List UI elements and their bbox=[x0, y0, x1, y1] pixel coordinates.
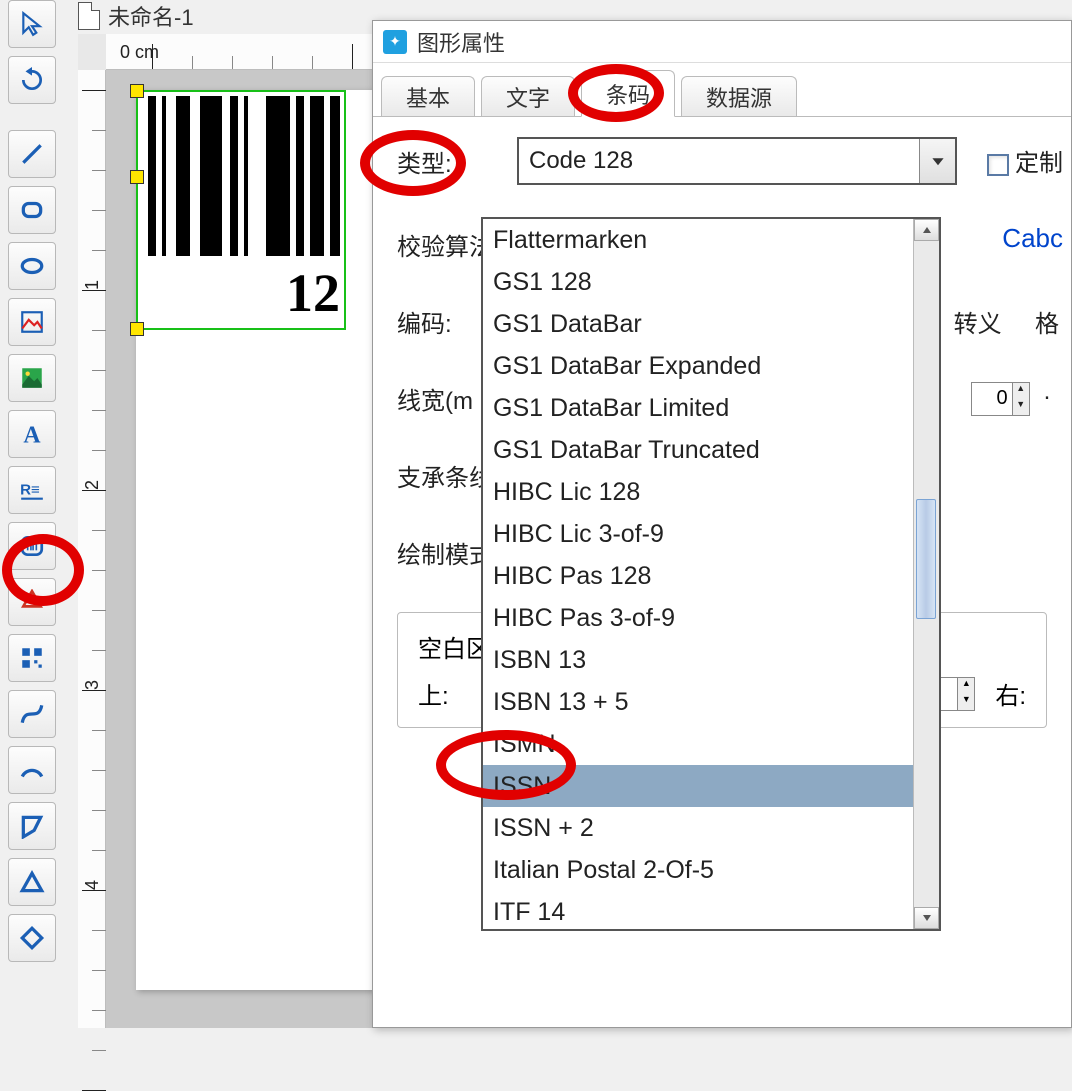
arc-icon[interactable] bbox=[8, 746, 56, 794]
qr-icon[interactable] bbox=[8, 634, 56, 682]
scrollbar[interactable] bbox=[913, 219, 939, 929]
ruler-origin-label: 0 cm bbox=[120, 42, 159, 63]
dropdown-item[interactable]: GS1 DataBar Limited bbox=[483, 387, 913, 429]
combo-value: Code 128 bbox=[529, 147, 633, 175]
document-icon bbox=[78, 2, 100, 30]
dropdown-item[interactable]: GS1 128 bbox=[483, 261, 913, 303]
dropdown-item[interactable]: GS1 DataBar bbox=[483, 303, 913, 345]
polygon-icon[interactable] bbox=[8, 802, 56, 850]
triangle-icon[interactable] bbox=[8, 858, 56, 906]
text-icon[interactable]: A bbox=[8, 410, 56, 458]
scroll-down-icon[interactable] bbox=[914, 907, 939, 929]
dropdown-item[interactable]: Flattermarken bbox=[483, 219, 913, 261]
selection-box[interactable] bbox=[136, 90, 346, 330]
document-tab[interactable]: 未命名-1 bbox=[78, 0, 194, 32]
dialog-title: 图形属性 bbox=[417, 26, 505, 58]
checkbox-icon[interactable] bbox=[987, 154, 1009, 176]
barcode-panel: 类型: Code 128 定制 Cabc 校验算法 编码: 转义 格 线宽(m bbox=[373, 117, 1071, 748]
dropdown-item[interactable]: ISSN bbox=[483, 765, 913, 807]
line-icon[interactable] bbox=[8, 130, 56, 178]
redo-icon[interactable] bbox=[8, 56, 56, 104]
label-format: 格 bbox=[1035, 311, 1059, 338]
picture-icon[interactable] bbox=[8, 354, 56, 402]
dropdown-list[interactable]: FlattermarkenGS1 128GS1 DataBarGS1 DataB… bbox=[483, 219, 913, 929]
rounded-rect-icon[interactable] bbox=[8, 186, 56, 234]
dropdown-item[interactable]: HIBC Pas 128 bbox=[483, 555, 913, 597]
scroll-up-icon[interactable] bbox=[914, 219, 939, 241]
stamp-icon[interactable] bbox=[8, 578, 56, 626]
dialog-tabs: 基本 文字 条码 数据源 bbox=[373, 63, 1071, 117]
type-combo[interactable]: Code 128 bbox=[517, 137, 957, 185]
stepper-up[interactable]: ▲ bbox=[1013, 383, 1029, 399]
dropdown-item[interactable]: ITF 14 bbox=[483, 891, 913, 929]
svg-text:A: A bbox=[23, 423, 41, 447]
dropdown-item[interactable]: GS1 DataBar Truncated bbox=[483, 429, 913, 471]
cursor-icon[interactable] bbox=[8, 0, 56, 48]
tab-barcode[interactable]: 条码 bbox=[581, 70, 675, 117]
label-custom: 定制 bbox=[1015, 150, 1063, 177]
tab-text[interactable]: 文字 bbox=[481, 76, 575, 116]
label-top: 上: bbox=[418, 676, 449, 711]
label-type: 类型: bbox=[397, 144, 517, 179]
resize-handle[interactable] bbox=[130, 322, 144, 336]
dropdown-item[interactable]: HIBC Lic 3-of-9 bbox=[483, 513, 913, 555]
image-frame-icon[interactable] bbox=[8, 298, 56, 346]
ruler-mark: 3 bbox=[82, 680, 103, 690]
dropdown-item[interactable]: ISBN 13 + 5 bbox=[483, 681, 913, 723]
spinner-field[interactable]: ▲▼ bbox=[971, 382, 1030, 416]
dropdown-item[interactable]: Italian Postal 2-Of-5 bbox=[483, 849, 913, 891]
stepper-down[interactable]: ▼ bbox=[958, 694, 974, 710]
spinner-input[interactable] bbox=[972, 387, 1012, 410]
ruler-mark: 4 bbox=[82, 880, 103, 890]
scroll-thumb[interactable] bbox=[916, 499, 936, 619]
stepper-up[interactable]: ▲ bbox=[958, 678, 974, 694]
tool-toolbar: A R≡ bbox=[8, 0, 66, 962]
properties-dialog: ✦ 图形属性 基本 文字 条码 数据源 类型: Code 128 定制 Cabc… bbox=[372, 20, 1072, 1028]
dropdown-item[interactable]: HIBC Lic 128 bbox=[483, 471, 913, 513]
cabc-label[interactable]: Cabc bbox=[1002, 223, 1063, 254]
label-escape: 转义 bbox=[954, 311, 1002, 338]
type-dropdown: FlattermarkenGS1 128GS1 DataBarGS1 DataB… bbox=[481, 217, 941, 931]
dialog-icon: ✦ bbox=[383, 30, 407, 54]
svg-text:R≡: R≡ bbox=[20, 481, 40, 498]
custom-checkbox-row[interactable]: 定制 bbox=[987, 143, 1063, 178]
ruler-mark: 2 bbox=[82, 480, 103, 490]
tab-basic[interactable]: 基本 bbox=[381, 76, 475, 116]
curve-icon[interactable] bbox=[8, 690, 56, 738]
dropdown-item[interactable]: ISBN 13 bbox=[483, 639, 913, 681]
label-right: 右: bbox=[995, 676, 1026, 711]
dropdown-item[interactable]: GS1 DataBar Expanded bbox=[483, 345, 913, 387]
format-text-icon[interactable]: R≡ bbox=[8, 466, 56, 514]
resize-handle[interactable] bbox=[130, 170, 144, 184]
dropdown-item[interactable]: HIBC Pas 3-of-9 bbox=[483, 597, 913, 639]
tab-datasource[interactable]: 数据源 bbox=[681, 76, 797, 116]
chevron-down-icon[interactable] bbox=[919, 139, 955, 183]
document-title: 未命名-1 bbox=[108, 0, 194, 32]
stepper-down[interactable]: ▼ bbox=[1013, 399, 1029, 415]
barcode-icon[interactable] bbox=[8, 522, 56, 570]
ruler-vertical: 1 2 3 4 bbox=[78, 70, 106, 1028]
dialog-titlebar[interactable]: ✦ 图形属性 bbox=[373, 21, 1071, 63]
dropdown-item[interactable]: ISMN bbox=[483, 723, 913, 765]
diamond-icon[interactable] bbox=[8, 914, 56, 962]
dropdown-item[interactable]: ISSN + 2 bbox=[483, 807, 913, 849]
ruler-mark: 1 bbox=[82, 280, 103, 290]
resize-handle[interactable] bbox=[130, 84, 144, 98]
ellipse-icon[interactable] bbox=[8, 242, 56, 290]
